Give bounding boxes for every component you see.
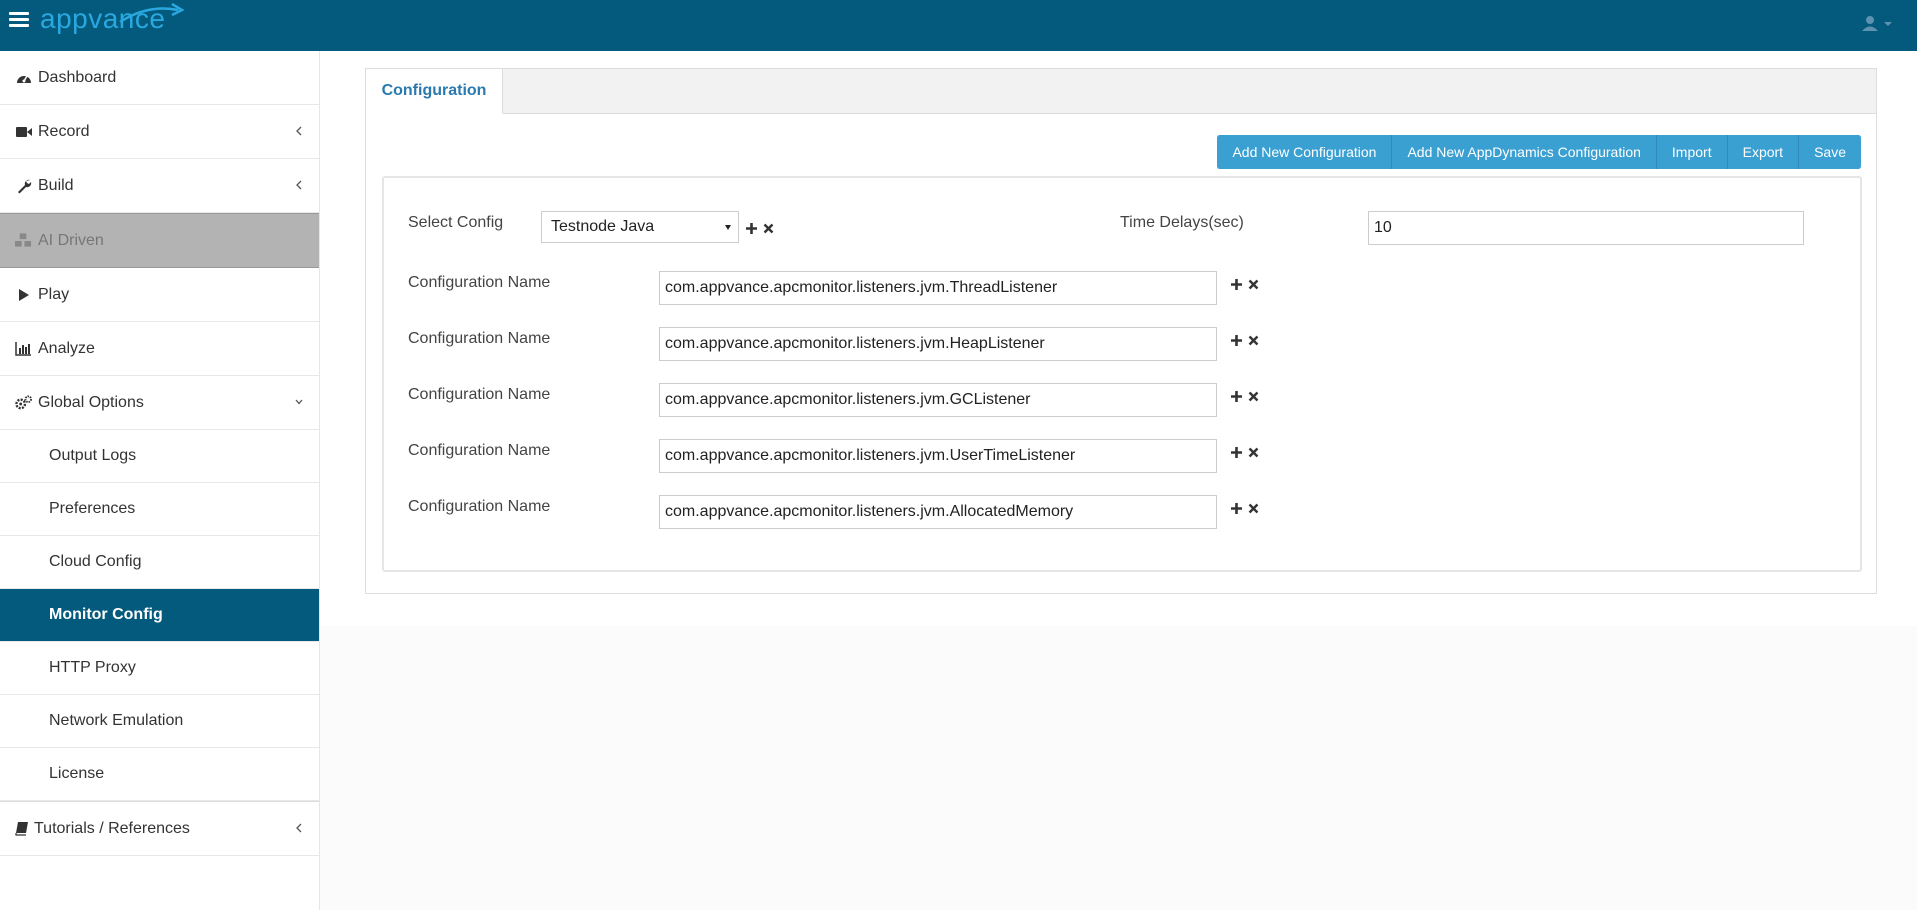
chevron-left-icon	[296, 126, 302, 136]
top-bar: appvance	[0, 0, 1917, 51]
time-delays-input[interactable]	[1368, 211, 1804, 245]
video-camera-icon	[15, 124, 32, 140]
sidebar-item-label: Play	[38, 285, 70, 303]
select-config-label: Select Config	[408, 214, 504, 231]
sidebar-subitem-http-proxy[interactable]: HTTP Proxy	[0, 642, 319, 695]
time-delays-label: Time Delays(sec)	[1120, 214, 1244, 231]
import-button[interactable]: Import	[1656, 135, 1728, 169]
configuration-row-actions	[1229, 277, 1260, 291]
configuration-name-label: Configuration Name	[408, 330, 551, 347]
configuration-row-actions	[1229, 501, 1260, 515]
close-icon[interactable]	[761, 221, 775, 235]
sidebar-subitem-cloud-config[interactable]: Cloud Config	[0, 536, 319, 589]
sidebar-item-label: Record	[38, 122, 90, 140]
close-icon[interactable]	[1246, 333, 1260, 347]
chevron-left-icon	[296, 823, 302, 833]
caret-down-icon	[725, 225, 731, 230]
sidebar-subitem-network-emulation[interactable]: Network Emulation	[0, 695, 319, 748]
close-icon[interactable]	[1246, 389, 1260, 403]
sidebar-subitem-monitor-config[interactable]: Monitor Config	[0, 589, 319, 642]
configuration-name-input[interactable]	[659, 495, 1217, 529]
save-button[interactable]: Save	[1799, 135, 1861, 169]
sidebar-item-ai-driven[interactable]: AI Driven	[0, 213, 319, 268]
plus-icon[interactable]	[744, 221, 758, 235]
configuration-name-input[interactable]	[659, 271, 1217, 305]
configuration-name-label: Configuration Name	[408, 498, 551, 515]
configuration-name-input[interactable]	[659, 327, 1217, 361]
add-new-appdynamics-configuration-button[interactable]: Add New AppDynamics Configuration	[1392, 135, 1657, 169]
configuration-name-label: Configuration Name	[408, 386, 551, 403]
configuration-row-actions	[1229, 389, 1260, 403]
sidebar-item-tutorials[interactable]: Tutorials / References	[0, 801, 319, 856]
sidebar-item-analyze[interactable]: Analyze	[0, 322, 319, 376]
close-icon[interactable]	[1246, 445, 1260, 459]
sidebar-item-build[interactable]: Build	[0, 159, 319, 213]
sidebar-item-record[interactable]: Record	[0, 105, 319, 159]
sidebar-item-label: Dashboard	[38, 68, 117, 86]
plus-icon[interactable]	[1229, 501, 1243, 515]
select-config-dropdown[interactable]: Testnode Java	[541, 211, 739, 243]
select-config-actions	[744, 221, 775, 235]
book-icon	[13, 821, 30, 837]
toolbar: Add New Configuration Add New AppDynamic…	[1217, 135, 1861, 169]
configuration-name-input[interactable]	[659, 383, 1217, 417]
play-icon	[15, 287, 32, 303]
configuration-name-label: Configuration Name	[408, 442, 551, 459]
user-icon	[1862, 16, 1892, 31]
sidebar-item-label: Tutorials / References	[34, 819, 190, 837]
sidebar-item-global-options[interactable]: Global Options	[0, 376, 319, 430]
plus-icon[interactable]	[1229, 389, 1243, 403]
configuration-row-actions	[1229, 445, 1260, 459]
tab-configuration[interactable]: Configuration	[366, 69, 503, 114]
user-menu[interactable]	[1859, 14, 1899, 34]
close-icon[interactable]	[1246, 277, 1260, 291]
cubes-icon	[15, 233, 32, 249]
add-new-configuration-button[interactable]: Add New Configuration	[1217, 135, 1393, 169]
gears-icon	[15, 394, 32, 411]
hamburger-menu-icon[interactable]	[9, 10, 29, 30]
sidebar-item-label: Global Options	[38, 393, 144, 411]
plus-icon[interactable]	[1229, 333, 1243, 347]
sidebar: Dashboard Record Build AI Driven Play An…	[0, 51, 320, 910]
select-config-value: Testnode Java	[551, 218, 655, 235]
sidebar-item-play[interactable]: Play	[0, 268, 319, 322]
close-icon[interactable]	[1246, 501, 1260, 515]
plus-icon[interactable]	[1229, 277, 1243, 291]
chevron-left-icon	[296, 180, 302, 190]
plus-icon[interactable]	[1229, 445, 1243, 459]
sidebar-subitem-license[interactable]: License	[0, 748, 319, 801]
sidebar-item-dashboard[interactable]: Dashboard	[0, 51, 319, 105]
configuration-row-actions	[1229, 333, 1260, 347]
configuration-name-label: Configuration Name	[408, 274, 551, 291]
export-button[interactable]: Export	[1727, 135, 1800, 169]
config-form: Select Config Testnode Java Time Delays(…	[382, 176, 1862, 572]
bar-chart-icon	[15, 341, 32, 357]
sidebar-item-label: AI Driven	[38, 231, 104, 249]
configuration-panel: Configuration Add New Configuration Add …	[365, 68, 1877, 594]
sidebar-subitem-preferences[interactable]: Preferences	[0, 483, 319, 536]
wrench-icon	[15, 178, 32, 194]
chevron-down-icon	[295, 399, 303, 405]
configuration-name-input[interactable]	[659, 439, 1217, 473]
logo-swoosh-icon	[119, 2, 185, 24]
sidebar-subitem-output-logs[interactable]: Output Logs	[0, 430, 319, 483]
tab-bar: Configuration	[366, 69, 1876, 114]
sidebar-item-label: Analyze	[38, 339, 95, 357]
dashboard-icon	[15, 70, 32, 86]
sidebar-item-label: Build	[38, 176, 74, 194]
